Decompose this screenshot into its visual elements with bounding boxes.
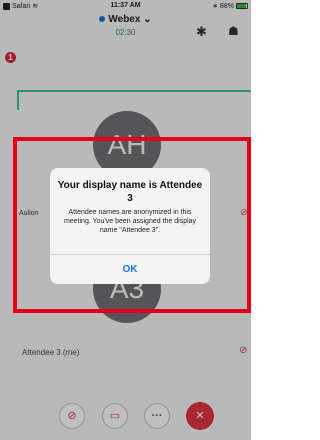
dialog-title: Your display name is Attendee 3: [57, 180, 203, 204]
meeting-screen: Safari ≋ 11:37 AM ∗ 88% Webex ⌄ 02:30 ✱ …: [0, 0, 251, 440]
alert-dialog: Your display name is Attendee 3 Attendee…: [50, 168, 210, 284]
ok-button[interactable]: OK: [50, 255, 210, 284]
dialog-message: Attendee names are anonymized in this me…: [63, 209, 197, 234]
